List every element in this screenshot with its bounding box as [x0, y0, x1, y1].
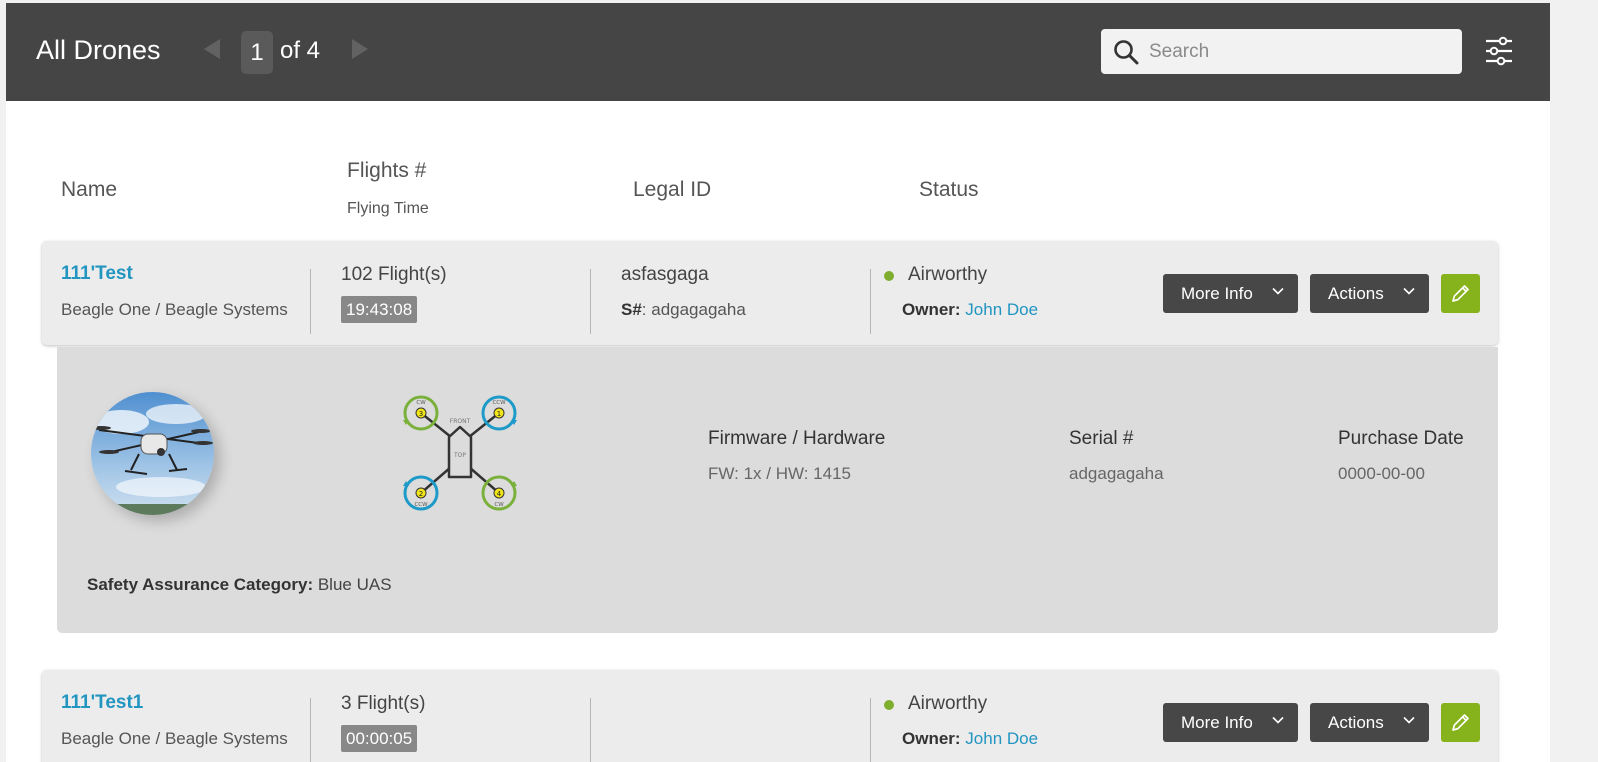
motor-number: 3 [419, 410, 423, 418]
column-header-flights[interactable]: Flights # [347, 159, 426, 183]
motor-layout-diagram: FRONT TOP 3 CW 1 CCW 2 CCW 4 CW [403, 395, 517, 511]
serial-label: Serial # [1069, 428, 1134, 449]
owner: Owner: John Doe [902, 300, 1038, 320]
owner-link[interactable]: John Doe [965, 300, 1038, 319]
drone-model: Beagle One / Beagle Systems [61, 729, 288, 748]
drones-panel: All Drones 1 of 4 Name Flights # Flying … [6, 3, 1550, 762]
drone-photo [91, 392, 214, 515]
safety-assurance-category: Safety Assurance Category: Blue UAS [87, 575, 392, 595]
motor-number: 4 [497, 490, 502, 498]
status-text: Airworthy [908, 693, 988, 714]
column-divider [590, 269, 591, 334]
drone-details-panel: FRONT TOP 3 CW 1 CCW 2 CCW 4 CW Firmware… [57, 347, 1498, 633]
front-label: FRONT [450, 418, 471, 425]
current-page-number[interactable]: 1 [241, 31, 273, 74]
actions-label: Actions [1328, 712, 1384, 732]
legal-id: asfasgaga [621, 264, 709, 285]
serial-number: S#: adgagagaha [621, 300, 746, 320]
edit-button[interactable] [1441, 703, 1480, 742]
flying-time-badge: 19:43:08 [341, 296, 418, 323]
column-divider [590, 698, 591, 762]
motor-number: 2 [419, 490, 423, 498]
status-text: Airworthy [908, 264, 988, 285]
motor-direction: CCW [492, 400, 506, 406]
column-header-status[interactable]: Status [919, 178, 979, 202]
pencil-icon [1452, 714, 1469, 731]
owner-label: Owner: [902, 300, 961, 319]
serial-value: adgagagaha [1069, 464, 1164, 483]
chevron-down-icon [1272, 287, 1284, 295]
column-header-name[interactable]: Name [61, 178, 117, 202]
motor-3: 3 CW [403, 395, 439, 431]
motor-4: 4 CW [481, 475, 517, 511]
status-indicator-dot [884, 271, 894, 281]
motor-direction: CW [494, 502, 504, 508]
column-divider [870, 269, 871, 334]
drone-name-link[interactable]: 111'Test [61, 263, 133, 285]
drone-model: Beagle One / Beagle Systems [61, 300, 288, 319]
more-info-button[interactable]: More Info [1163, 703, 1298, 742]
drone-row[interactable]: 111'Test Beagle One / Beagle Systems 102… [42, 241, 1498, 345]
chevron-down-icon [1403, 287, 1415, 295]
column-header-legal-id[interactable]: Legal ID [633, 178, 711, 202]
search-box[interactable] [1101, 29, 1462, 74]
motor-2: 2 CCW [403, 475, 439, 511]
flying-time-badge: 00:00:05 [341, 725, 418, 752]
firmware-label: Firmware / Hardware [708, 428, 886, 449]
more-info-label: More Info [1181, 712, 1253, 732]
motor-direction: CCW [414, 502, 428, 508]
more-info-button[interactable]: More Info [1163, 274, 1298, 313]
actions-button[interactable]: Actions [1310, 703, 1429, 742]
chevron-down-icon [1403, 716, 1415, 724]
pencil-icon [1452, 285, 1469, 302]
status-indicator-dot [884, 700, 894, 710]
more-info-label: More Info [1181, 283, 1253, 303]
sac-value: Blue UAS [313, 575, 392, 594]
serial-value: : adgagagaha [641, 300, 746, 319]
column-divider [870, 698, 871, 762]
search-input[interactable] [1149, 35, 1449, 68]
top-bar: All Drones 1 of 4 [6, 3, 1550, 101]
top-label: TOP [453, 452, 466, 459]
motor-number: 1 [497, 410, 501, 418]
search-icon [1114, 40, 1139, 65]
firmware-value: FW: 1x / HW: 1415 [708, 464, 851, 483]
sac-label: Safety Assurance Category: [87, 575, 314, 594]
owner-link[interactable]: John Doe [965, 729, 1038, 748]
actions-button[interactable]: Actions [1310, 274, 1429, 313]
drone-row[interactable]: 111'Test1 Beagle One / Beagle Systems 3 … [42, 670, 1498, 762]
filter-settings-icon[interactable] [1484, 36, 1514, 66]
flight-count: 3 Flight(s) [341, 693, 426, 714]
column-header-flying-time[interactable]: Flying Time [347, 200, 429, 218]
purchase-date-value: 0000-00-00 [1338, 464, 1425, 483]
column-divider [310, 269, 311, 334]
next-page-icon[interactable] [352, 39, 368, 59]
flight-count: 102 Flight(s) [341, 264, 447, 285]
previous-page-icon[interactable] [204, 39, 220, 59]
motor-1: 1 CCW [481, 395, 517, 431]
motor-direction: CW [416, 400, 426, 406]
owner: Owner: John Doe [902, 729, 1038, 749]
serial-label: S# [621, 300, 642, 319]
page-count: of 4 [280, 37, 321, 64]
chevron-down-icon [1272, 716, 1284, 724]
drone-name-link[interactable]: 111'Test1 [61, 692, 143, 714]
column-divider [310, 698, 311, 762]
edit-button[interactable] [1441, 274, 1480, 313]
actions-label: Actions [1328, 283, 1384, 303]
purchase-date-label: Purchase Date [1338, 428, 1464, 449]
page-title: All Drones [36, 35, 161, 65]
owner-label: Owner: [902, 729, 961, 748]
